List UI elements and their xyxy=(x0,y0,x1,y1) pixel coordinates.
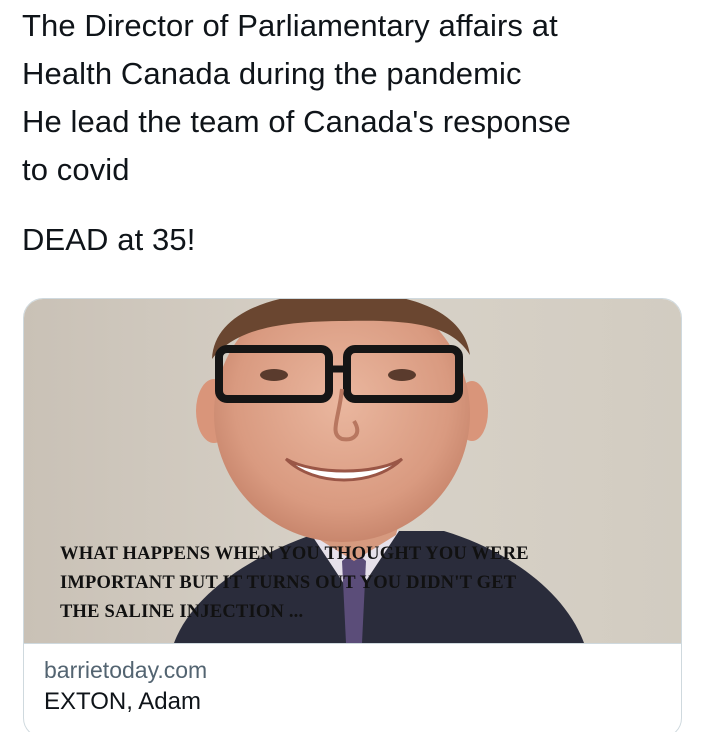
tweet-paragraph-2: DEAD at 35! xyxy=(22,216,692,264)
tweet-line: Health Canada during the pandemic xyxy=(22,56,522,91)
card-image[interactable]: WHAT HAPPENS WHEN YOU THOUGHT YOU WERE I… xyxy=(24,299,681,643)
meme-caption-line: WHAT HAPPENS WHEN YOU THOUGHT YOU WERE xyxy=(60,544,529,564)
meme-caption-line: IMPORTANT BUT IT TURNS OUT YOU DIDN'T GE… xyxy=(60,573,517,593)
tweet-paragraph-1: The Director of Parliamentary affairs at… xyxy=(22,2,692,194)
meme-caption: WHAT HAPPENS WHEN YOU THOUGHT YOU WERE I… xyxy=(60,540,660,627)
link-preview-card[interactable]: WHAT HAPPENS WHEN YOU THOUGHT YOU WERE I… xyxy=(23,298,682,732)
tweet-line: The Director of Parliamentary affairs at xyxy=(22,8,558,43)
tweet-line: He lead the team of Canada's response xyxy=(22,104,572,139)
card-domain: barrietoday.com xyxy=(44,657,208,683)
card-footer[interactable]: barrietoday.com EXTON, Adam xyxy=(24,643,681,732)
tweet-line: DEAD at 35! xyxy=(22,222,196,257)
tweet-text: The Director of Parliamentary affairs at… xyxy=(22,2,692,264)
card-title[interactable]: EXTON, Adam xyxy=(44,686,681,718)
tweet-line: to covid xyxy=(22,152,130,187)
meme-caption-line: THE SALINE INJECTION ... xyxy=(60,602,304,622)
